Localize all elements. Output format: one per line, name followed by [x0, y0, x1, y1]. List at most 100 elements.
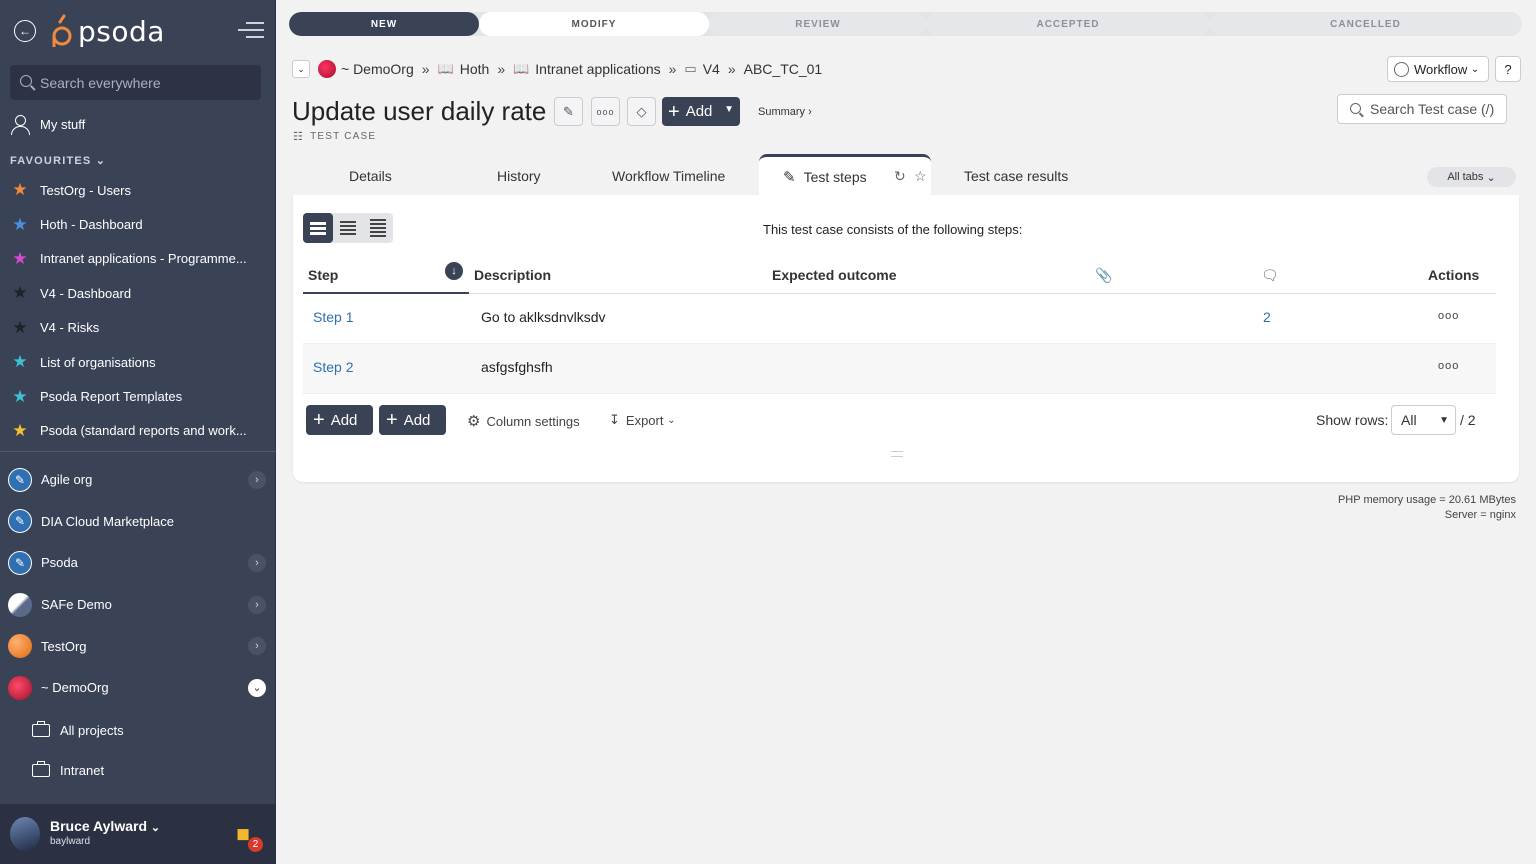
favourite-item[interactable]: ★ Intranet applications - Programme... — [10, 242, 266, 276]
my-stuff-label: My stuff — [40, 116, 86, 132]
tab-history[interactable]: History — [497, 168, 541, 184]
favourite-item[interactable]: ★ List of organisations — [10, 345, 266, 379]
tab-details[interactable]: Details — [349, 168, 392, 184]
favourite-item[interactable]: ★ TestOrg - Users — [10, 173, 266, 207]
refresh-icon[interactable]: ↻ — [894, 168, 906, 185]
sub-item-intranet[interactable]: Intranet — [32, 750, 124, 790]
org-item-testorg[interactable]: TestOrg › — [8, 625, 268, 667]
show-rows-label: Show rows: — [1316, 412, 1389, 428]
steps-intro-text: This test case consists of the following… — [763, 222, 1023, 237]
breadcrumb-org[interactable]: ~ DemoOrg — [341, 61, 414, 77]
tab-bar: Details History Workflow Timeline ✎ Test… — [292, 154, 1520, 196]
view-dense-icon[interactable] — [363, 213, 393, 243]
chevron-down-icon: ▼ — [1439, 415, 1449, 426]
resize-handle[interactable] — [891, 451, 903, 457]
step-link[interactable]: Step 2 — [313, 359, 353, 375]
table-footer: + Add + Add ⚙ Column settings ↧ Export ⌄ Sho… — [306, 405, 1496, 435]
view-comfortable-icon[interactable] — [303, 213, 333, 243]
sort-down-icon[interactable]: ↓ — [445, 262, 463, 280]
favourite-item[interactable]: ★ Hoth - Dashboard — [10, 207, 266, 241]
breadcrumb-intranet-applications[interactable]: Intranet applications — [535, 61, 660, 77]
demoorg-sub-list: All projects Intranet — [32, 710, 124, 790]
org-item-agile-org[interactable]: ✎ Agile org › — [8, 459, 268, 501]
star-icon: ★ — [12, 386, 28, 406]
sidebar-divider — [0, 451, 276, 452]
workflow-step-new[interactable]: NEW — [289, 12, 479, 36]
column-settings-button[interactable]: ⚙ Column settings — [467, 412, 580, 430]
export-icon: ↧ — [609, 412, 620, 427]
add-step-button-2[interactable]: + Add — [379, 405, 446, 435]
column-header-description[interactable]: Description — [474, 267, 551, 283]
step-link[interactable]: Step 1 — [313, 309, 353, 325]
workflow-step-modify[interactable]: MODIFY — [479, 12, 709, 36]
help-button[interactable]: ? — [1495, 56, 1521, 82]
logo-text: psoda — [78, 14, 165, 48]
sub-item-all-projects[interactable]: All projects — [32, 710, 124, 750]
export-button[interactable]: ↧ Export ⌄ — [609, 412, 676, 428]
psoda-logo[interactable]: psoda — [50, 14, 165, 48]
all-tabs-button[interactable]: All tabs ⌄ — [1427, 167, 1516, 187]
row-actions-icon[interactable]: ooo — [1438, 360, 1459, 372]
chevron-right-icon[interactable]: › — [248, 553, 266, 572]
favourite-item[interactable]: ★ Psoda Report Templates — [10, 379, 266, 413]
more-options-icon[interactable]: ooo — [591, 97, 620, 126]
row-actions-icon[interactable]: ooo — [1438, 310, 1459, 322]
chevron-right-icon[interactable]: › — [248, 470, 266, 489]
workflow-button[interactable]: Workflow ⌄ — [1387, 56, 1489, 82]
favourite-item[interactable]: ★ V4 - Risks — [10, 311, 266, 345]
favourite-item[interactable]: ★ Psoda (standard reports and work... — [10, 414, 266, 448]
column-header-step[interactable]: Step — [308, 267, 338, 283]
workflow-status-bar: NEW MODIFY REVIEW ACCEPTED CANCELLED — [289, 12, 1522, 36]
back-arrow-icon[interactable]: ← — [14, 20, 36, 42]
org-item-dia-cloud[interactable]: ✎ DIA Cloud Marketplace — [8, 501, 268, 543]
user-icon — [10, 114, 30, 135]
breadcrumb: ⌄ ~ DemoOrg » 📖 Hoth » 📖 Intranet applic… — [292, 58, 822, 80]
org-logo-icon: ✎ — [8, 467, 32, 492]
favourites-list: ★ TestOrg - Users ★ Hoth - Dashboard ★ Intr… — [10, 173, 266, 448]
favourites-heading[interactable]: FAVOURITES ⌄ — [10, 154, 106, 167]
collapse-menu-icon[interactable] — [238, 22, 264, 40]
view-compact-icon[interactable] — [333, 213, 363, 243]
workflow-step-accepted: ACCEPTED — [927, 12, 1209, 36]
user-name[interactable]: Bruce Aylward ⌄ — [50, 818, 160, 834]
star-icon: ★ — [12, 352, 28, 372]
chevron-down-icon: ⌄ — [667, 414, 676, 426]
table-header: Step ↓ Description Expected outcome 📎 🗨 … — [303, 257, 1496, 294]
favourite-item[interactable]: ★ V4 - Dashboard — [10, 276, 266, 310]
user-bar[interactable]: Bruce Aylward ⌄ baylward ◼ 2 — [0, 804, 276, 864]
search-everywhere-input[interactable]: Search everywhere — [10, 65, 261, 100]
chevron-right-icon[interactable]: › — [248, 595, 266, 614]
tab-test-case-results[interactable]: Test case results — [964, 168, 1068, 184]
plus-icon: + — [668, 100, 680, 123]
column-header-expected-outcome[interactable]: Expected outcome — [772, 267, 896, 283]
org-logo-icon — [8, 634, 32, 659]
org-item-demoorg[interactable]: ~ DemoOrg ⌄ — [8, 667, 268, 709]
add-button[interactable]: + Add ▼ — [662, 97, 740, 126]
org-item-safe-demo[interactable]: SAFe Demo › — [8, 584, 268, 626]
org-logo-icon: ✎ — [8, 550, 32, 575]
plus-icon: + — [313, 409, 325, 431]
breadcrumb-hoth[interactable]: Hoth — [460, 61, 490, 77]
tab-test-steps[interactable]: ✎ Test steps ↻ ☆ — [759, 154, 931, 196]
chevron-down-icon[interactable]: ⌄ — [292, 60, 310, 78]
my-stuff-link[interactable]: My stuff — [10, 114, 86, 135]
edit-pencil-icon[interactable]: ✎ — [554, 97, 583, 126]
comment-icon: 🗨 — [1261, 267, 1279, 283]
star-icon[interactable]: ☆ — [914, 168, 927, 185]
tab-workflow-timeline[interactable]: Workflow Timeline — [612, 168, 725, 184]
sidebar: ← psoda Search everywhere My stuff FAVOU… — [0, 0, 276, 864]
add-step-button[interactable]: + Add — [306, 405, 373, 435]
sidebar-header: ← psoda — [0, 0, 276, 60]
search-placeholder: Search everywhere — [40, 74, 161, 91]
summary-link[interactable]: Summary › — [758, 106, 812, 118]
comment-count[interactable]: 2 — [1263, 309, 1271, 325]
search-test-case-input[interactable]: Search Test case (/) — [1337, 94, 1507, 124]
chevron-right-icon[interactable]: › — [248, 637, 266, 656]
tag-icon[interactable]: ◇ — [627, 97, 656, 126]
chevron-down-icon[interactable]: ⌄ — [248, 678, 266, 697]
breadcrumb-v4[interactable]: V4 — [703, 61, 720, 77]
star-icon: ★ — [12, 283, 28, 303]
avatar[interactable] — [10, 817, 40, 851]
show-rows-select[interactable]: All ▼ — [1391, 405, 1456, 435]
org-item-psoda[interactable]: ✎ Psoda › — [8, 542, 268, 584]
